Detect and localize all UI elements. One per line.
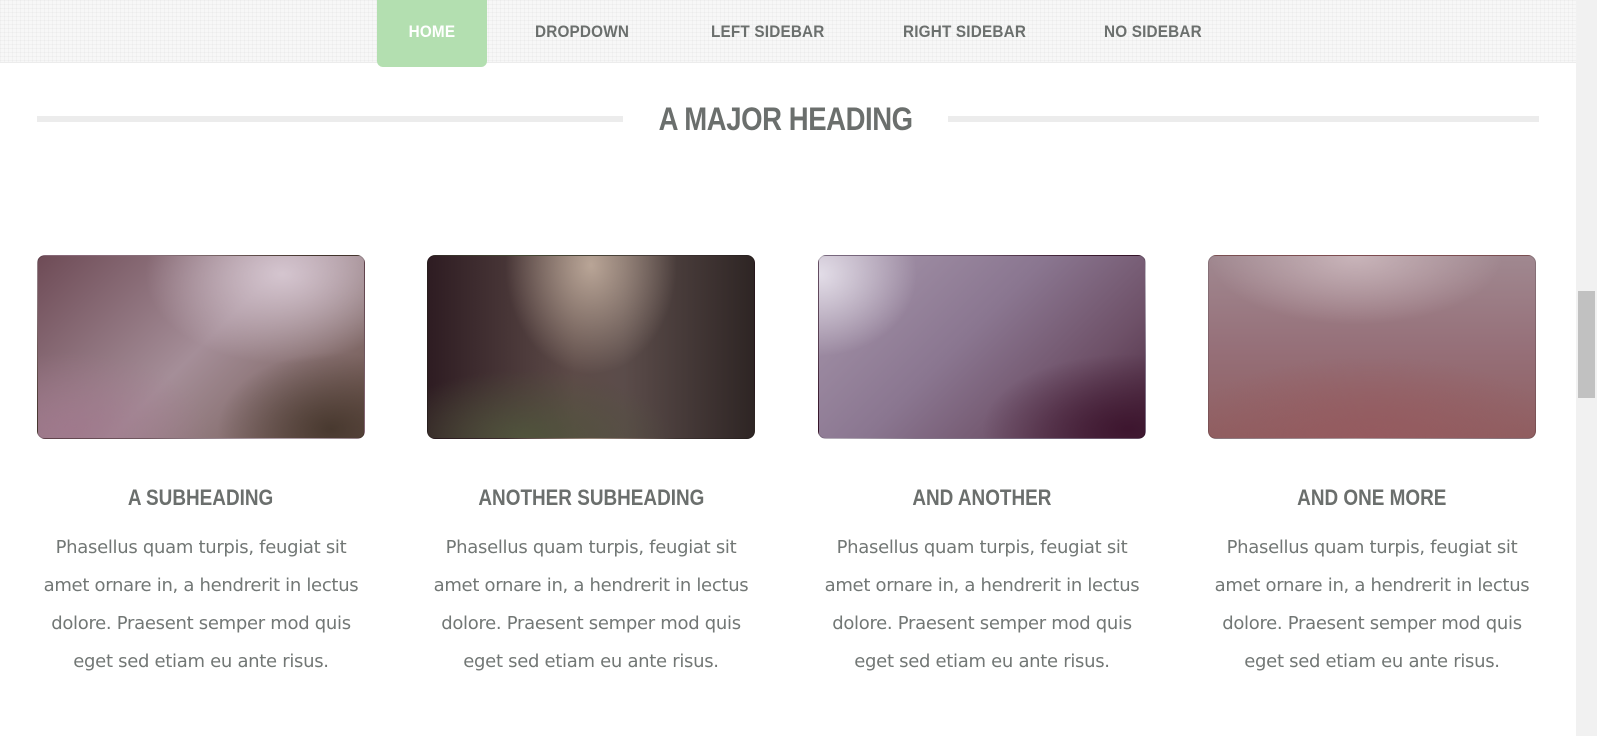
nav-item-dropdown[interactable]: DROPDOWN bbox=[499, 0, 665, 62]
nav-item-right-sidebar[interactable]: RIGHT SIDEBAR bbox=[867, 0, 1062, 62]
feature-column-2: ANOTHER SUBHEADING Phasellus quam turpis… bbox=[427, 255, 755, 681]
feature-column-1: A SUBHEADING Phasellus quam turpis, feug… bbox=[37, 255, 365, 681]
feature-subheading-3: AND ANOTHER bbox=[818, 483, 1146, 513]
feature-column-3: AND ANOTHER Phasellus quam turpis, feugi… bbox=[818, 255, 1146, 681]
feature-subheading-text: AND ANOTHER bbox=[912, 485, 1052, 510]
major-heading-section: A MAJOR HEADING bbox=[0, 96, 1576, 142]
nav-item-label: LEFT SIDEBAR bbox=[711, 22, 825, 41]
feature-subheading-text: A SUBHEADING bbox=[128, 485, 274, 510]
heading-rule-right bbox=[948, 116, 1539, 122]
scrollbar-thumb[interactable] bbox=[1578, 291, 1595, 398]
nav-item-left-sidebar[interactable]: LEFT SIDEBAR bbox=[675, 0, 861, 62]
feature-image-2[interactable] bbox=[427, 255, 755, 439]
feature-text-1: Phasellus quam turpis, feugiat sit amet … bbox=[43, 537, 359, 672]
nav-menu: HOME DROPDOWN LEFT SIDEBAR RIGHT SIDEBAR… bbox=[377, 0, 1257, 67]
major-heading-text: A MAJOR HEADING bbox=[658, 101, 913, 137]
page: HOME DROPDOWN LEFT SIDEBAR RIGHT SIDEBAR… bbox=[0, 0, 1576, 736]
feature-column-4: AND ONE MORE Phasellus quam turpis, feug… bbox=[1208, 255, 1536, 681]
vertical-scrollbar[interactable] bbox=[1576, 0, 1597, 736]
nav-item-no-sidebar[interactable]: NO SIDEBAR bbox=[1068, 0, 1238, 62]
feature-subheading-4: AND ONE MORE bbox=[1208, 483, 1536, 513]
nav-item-home[interactable]: HOME bbox=[377, 0, 487, 67]
feature-subheading-1: A SUBHEADING bbox=[37, 483, 365, 513]
top-navigation: HOME DROPDOWN LEFT SIDEBAR RIGHT SIDEBAR… bbox=[0, 0, 1576, 67]
heading-rule-left bbox=[37, 116, 623, 122]
feature-image-1[interactable] bbox=[37, 255, 365, 439]
nav-item-label: NO SIDEBAR bbox=[1104, 22, 1203, 41]
nav-item-label: HOME bbox=[408, 22, 456, 41]
browser-viewport: HOME DROPDOWN LEFT SIDEBAR RIGHT SIDEBAR… bbox=[0, 0, 1597, 736]
feature-image-4[interactable] bbox=[1208, 255, 1536, 439]
feature-text-3: Phasellus quam turpis, feugiat sit amet … bbox=[824, 537, 1140, 672]
feature-subheading-2: ANOTHER SUBHEADING bbox=[427, 483, 755, 513]
feature-text-4: Phasellus quam turpis, feugiat sit amet … bbox=[1214, 537, 1530, 672]
feature-image-3[interactable] bbox=[818, 255, 1146, 439]
nav-item-label: DROPDOWN bbox=[534, 22, 629, 41]
nav-item-label: RIGHT SIDEBAR bbox=[903, 22, 1027, 41]
feature-subheading-text: ANOTHER SUBHEADING bbox=[477, 485, 704, 510]
major-heading: A MAJOR HEADING bbox=[623, 96, 948, 142]
feature-subheading-text: AND ONE MORE bbox=[1297, 485, 1447, 510]
feature-text-2: Phasellus quam turpis, feugiat sit amet … bbox=[433, 537, 749, 672]
